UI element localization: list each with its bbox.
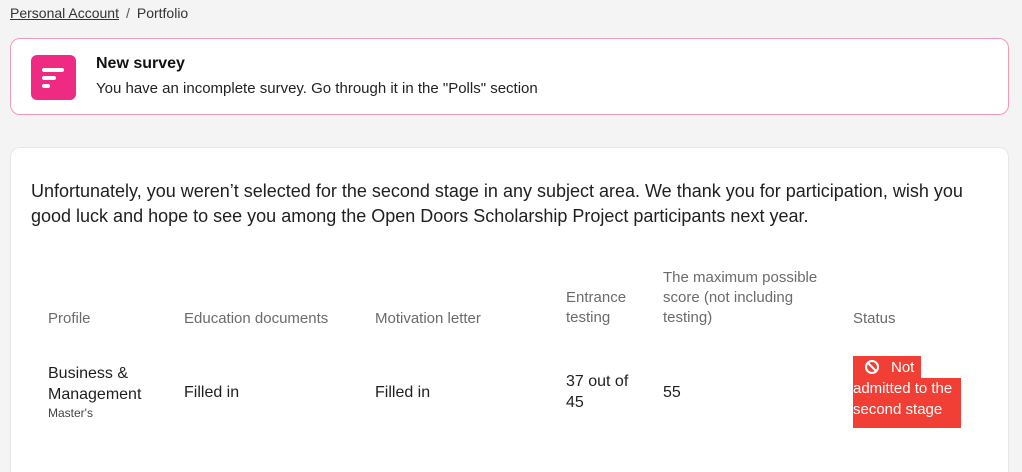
breadcrumb-current: Portfolio	[136, 5, 189, 21]
row-motivation-status: Filled in	[375, 384, 431, 401]
survey-icon	[31, 55, 76, 100]
row-max-score: 55	[663, 384, 681, 401]
header-profile: Profile	[48, 310, 91, 327]
header-status: Status	[853, 310, 896, 327]
result-message: Unfortunately, you weren’t selected for …	[31, 181, 963, 226]
row-profile-name: Business & Management	[48, 365, 142, 403]
survey-notification[interactable]: New survey You have an incomplete survey…	[10, 38, 1009, 115]
survey-title: New survey	[96, 55, 185, 72]
header-motivation-letter: Motivation letter	[375, 310, 481, 327]
header-max-score: The maximum possible score (not includin…	[663, 269, 818, 326]
header-entrance-testing: Entrance testing	[566, 289, 627, 326]
breadcrumb-personal-account-link[interactable]: Personal Account	[10, 5, 119, 21]
row-degree: Master's	[48, 406, 93, 420]
breadcrumb: Personal Account / Portfolio	[10, 4, 188, 22]
results-card: Unfortunately, you weren’t selected for …	[10, 147, 1009, 472]
breadcrumb-separator: /	[125, 5, 130, 21]
row-profile: Business & Management Master's	[48, 363, 168, 421]
header-education-documents: Education documents	[184, 310, 329, 327]
ban-icon	[865, 360, 879, 374]
status-badge: Not admitted to the second stage	[853, 356, 961, 428]
row-testing-score: 37 out of 45	[566, 373, 629, 411]
survey-text: You have an incomplete survey. Go throug…	[96, 80, 538, 97]
row-education-status: Filled in	[184, 384, 240, 401]
